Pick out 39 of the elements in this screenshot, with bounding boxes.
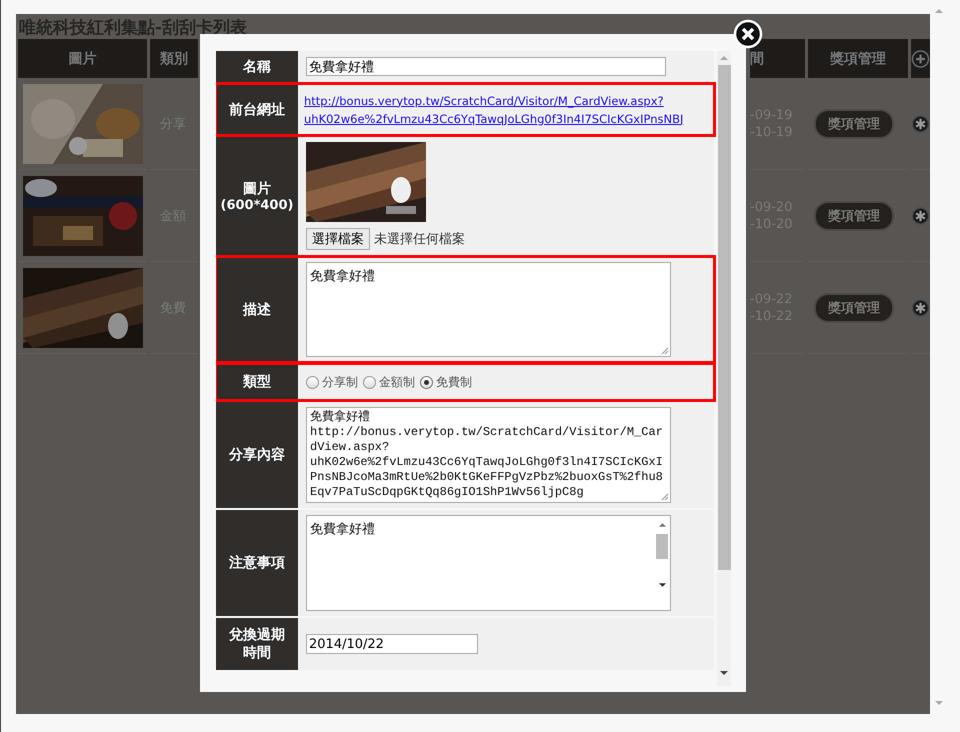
radio-button[interactable]	[420, 376, 433, 388]
resize-grip-icon[interactable]	[659, 491, 669, 501]
prize-manage-button[interactable]: 獎項管理	[814, 292, 894, 322]
column-header: 獎項管理	[808, 39, 908, 78]
scrollbar[interactable]	[717, 51, 731, 686]
field-label: 前台網址	[229, 100, 285, 118]
file-status-text: 未選擇任何檔案	[374, 231, 465, 248]
scroll-down-icon[interactable]	[658, 582, 666, 588]
field-label: 圖片	[243, 180, 271, 198]
field-label: 注意事項	[229, 554, 285, 572]
scroll-up-icon[interactable]	[658, 522, 666, 528]
radio-label: 分享制	[322, 374, 358, 390]
description-field[interactable]: 免費拿好禮	[306, 262, 671, 357]
column-header: 間	[750, 39, 805, 78]
radio-label: 免費制	[436, 374, 472, 390]
prize-manage-button[interactable]: 獎項管理	[814, 108, 894, 138]
radio-button[interactable]	[306, 376, 319, 388]
scroll-up-icon[interactable]	[934, 8, 944, 14]
field-label: 類型	[243, 373, 271, 391]
field-label: 分享內容	[229, 446, 285, 464]
choose-file-button[interactable]: 選擇檔案	[306, 228, 370, 250]
column-header: 類別	[150, 39, 198, 78]
share-content-field[interactable]: 免費拿好禮 http://bonus.verytop.tw/ScratchCard/Visitor/M_Car dView.aspx? uhK02w6e%2fvLmzu43Cc6YqTawqJoLGhg0f3ln4I7SCIcKGxI PnsNBJcoMa3mRtUe%2b0KtGKeFFPgVzPbz%2buoxGsT%2fhu8 Eqv7PaTuScDqpGKtQq86gIO1ShP1Wv56ljpC8g	[306, 407, 671, 503]
scroll-up-icon[interactable]	[719, 55, 729, 61]
resize-grip-icon[interactable]	[659, 345, 669, 355]
field-label: 名稱	[243, 58, 271, 76]
scroll-down-icon[interactable]	[719, 670, 729, 676]
field-label: (600*400)	[220, 198, 294, 212]
url-link[interactable]: http://bonus.verytop.tw/ScratchCard/Visitor/M_CardView.aspx? uhK02w6e%2fvLmzu43Cc6YqTawqJoLGhg0f3In4I7SCIcKGxIPnsNBJ	[304, 92, 684, 128]
scrollbar-thumb[interactable]	[656, 534, 668, 559]
column-header: 圖片	[18, 39, 147, 78]
name-field[interactable]: 免費拿好禮	[306, 57, 666, 76]
radio-label: 金額制	[379, 374, 415, 390]
radio-button[interactable]	[363, 376, 376, 388]
field-label: 描述	[243, 300, 271, 318]
date-field[interactable]: 2014/10/22	[306, 634, 478, 654]
prize-manage-button[interactable]: 獎項管理	[814, 200, 894, 230]
field-label: 兌換過期時間	[228, 626, 286, 662]
notes-field[interactable]: 免費拿好禮	[306, 515, 671, 611]
